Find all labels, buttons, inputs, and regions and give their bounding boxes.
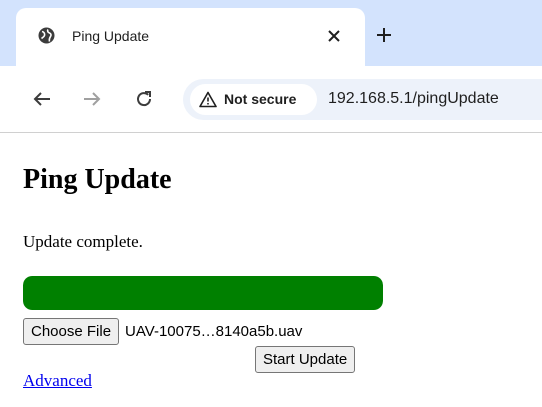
tab-title: Ping Update <box>72 28 150 44</box>
plus-icon[interactable] <box>376 27 392 43</box>
page-title: Ping Update <box>23 164 172 195</box>
file-name: UAV-10075…8140a5b.uav <box>125 323 303 340</box>
arrow-left-icon[interactable] <box>32 89 52 109</box>
status-text: Update complete. <box>23 232 143 251</box>
url-text[interactable]: 192.168.5.1/pingUpdate <box>328 89 499 109</box>
warning-triangle-icon <box>199 91 217 108</box>
tab-ping-update[interactable]: Ping Update <box>16 8 365 66</box>
progress-fill <box>23 276 383 310</box>
close-icon[interactable] <box>327 29 341 43</box>
advanced-link[interactable]: Advanced <box>23 371 92 391</box>
security-label: Not secure <box>224 91 297 107</box>
file-input: Choose File UAV-10075…8140a5b.uav <box>23 318 302 345</box>
browser-toolbar: Not secure 192.168.5.1/pingUpdate <box>0 66 542 133</box>
reload-icon[interactable] <box>134 89 154 109</box>
page-content: Ping Update Update complete. Choose File… <box>0 134 542 407</box>
address-bar[interactable]: Not secure 192.168.5.1/pingUpdate <box>183 79 542 120</box>
start-update-button[interactable]: Start Update <box>255 346 356 373</box>
security-chip[interactable]: Not secure <box>190 84 317 115</box>
tab-strip: Ping Update <box>0 0 542 66</box>
arrow-right-icon[interactable] <box>82 89 102 109</box>
choose-file-button[interactable]: Choose File <box>23 318 120 345</box>
globe-icon <box>38 27 55 44</box>
progress-bar <box>23 276 383 310</box>
